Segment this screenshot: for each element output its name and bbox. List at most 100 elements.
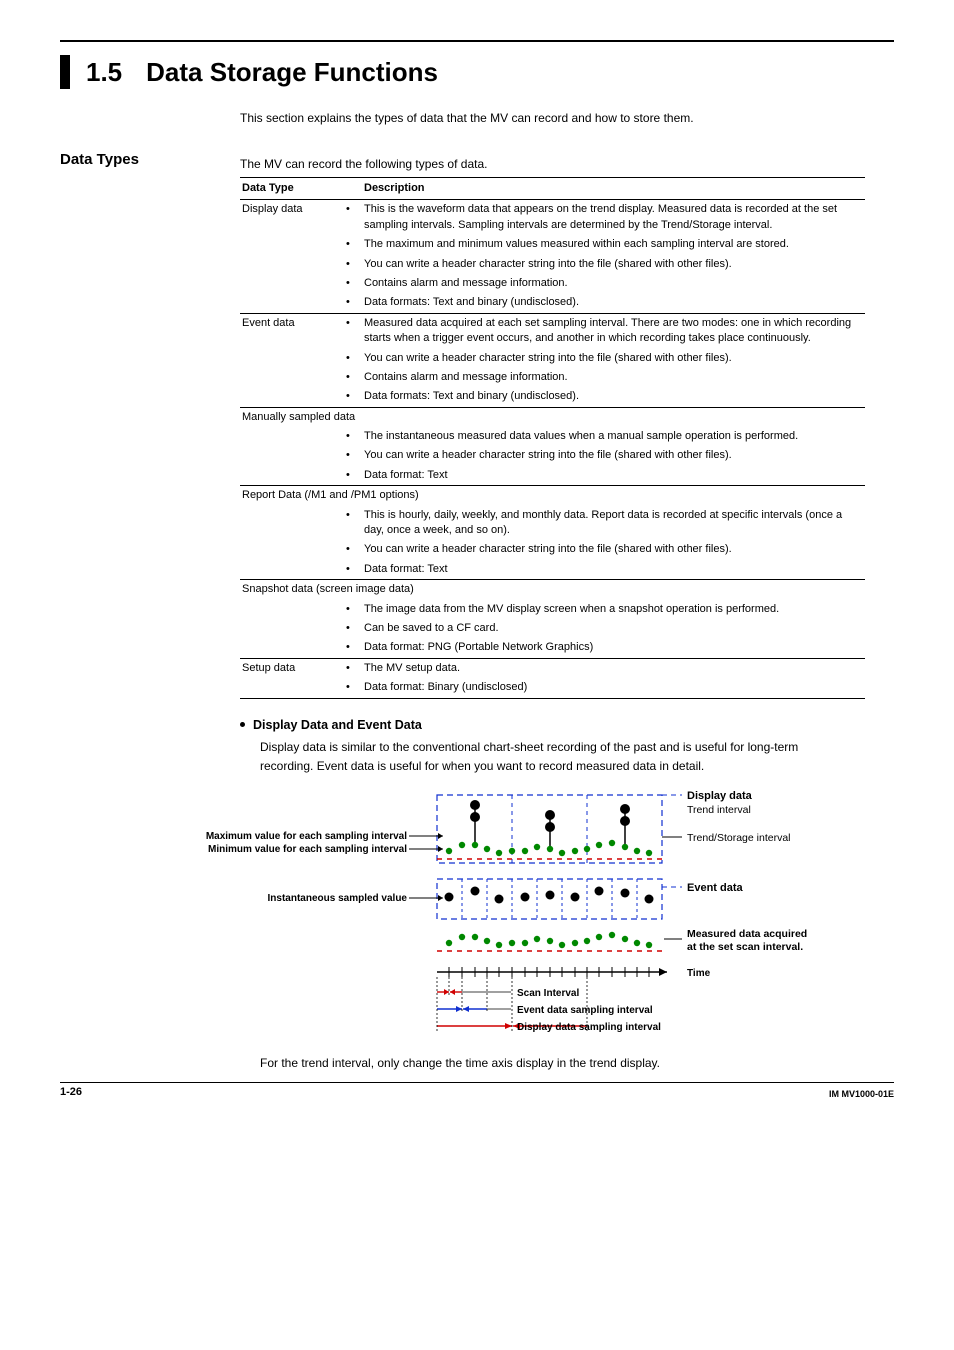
cell-desc: Data format: Text [362, 560, 865, 580]
cell-type [240, 619, 344, 638]
cell-type [240, 638, 344, 658]
table-row: Event data•Measured data acquired at eac… [240, 313, 865, 348]
bullet-icon: • [344, 368, 362, 387]
table-row: •Contains alarm and message information. [240, 368, 865, 387]
cell-type [240, 560, 344, 580]
cell-desc: You can write a header character string … [362, 446, 865, 465]
cell-type [240, 506, 344, 541]
lbl-display-sampling: Display data sampling interval [517, 1022, 661, 1033]
lbl-event-sampling: Event data sampling interval [517, 1005, 653, 1016]
cell-type [240, 600, 344, 619]
top-rule [60, 40, 894, 42]
cell-type: Setup data [240, 658, 344, 678]
cell-desc: The instantaneous measured data values w… [362, 427, 865, 446]
bullet-icon [240, 722, 245, 727]
cell-type [240, 274, 344, 293]
cell-type: Display data [240, 200, 344, 235]
cell-desc: Can be saved to a CF card. [362, 619, 865, 638]
bullet-icon: • [344, 274, 362, 293]
subsection-para: Display data is similar to the conventio… [260, 738, 850, 775]
lbl-scan-interval: Scan Interval [517, 988, 579, 999]
bullet-icon: • [344, 446, 362, 465]
cell-desc: Data format: Text [362, 466, 865, 486]
bullet-icon: • [344, 235, 362, 254]
bullet-icon: • [344, 619, 362, 638]
table-row: Setup data•The MV setup data. [240, 658, 865, 678]
diagram: Display data Trend interval Trend/Storag… [80, 787, 894, 1047]
row-span-label: Report Data (/M1 and /PM1 options) [240, 486, 865, 506]
bullet-icon: • [344, 540, 362, 559]
th-spacer [344, 177, 362, 199]
table-row: •The maximum and minimum values measured… [240, 235, 865, 254]
lbl-min: Minimum value for each sampling interval [208, 844, 407, 855]
footer: 1-26 IM MV1000-01E [60, 1082, 894, 1100]
lbl-time: Time [687, 968, 711, 979]
diagram-caption: For the trend interval, only change the … [260, 1055, 894, 1072]
data-types-table: Data Type Description Display data•This … [240, 177, 865, 699]
lbl-instantaneous: Instantaneous sampled value [268, 893, 408, 904]
bullet-icon: • [344, 678, 362, 698]
lbl-max: Maximum value for each sampling interval [206, 831, 407, 842]
table-row: Display data•This is the waveform data t… [240, 200, 865, 235]
table-row: Manually sampled data [240, 407, 865, 427]
table-row: •You can write a header character string… [240, 255, 865, 274]
cell-type [240, 235, 344, 254]
lbl-trend-storage: Trend/Storage interval [687, 832, 791, 844]
subsection-heading: Display Data and Event Data [240, 717, 894, 735]
title-marker [60, 55, 70, 89]
cell-desc: Contains alarm and message information. [362, 368, 865, 387]
table-row: •Can be saved to a CF card. [240, 619, 865, 638]
table-row: •Data format: Text [240, 560, 865, 580]
bullet-icon: • [344, 506, 362, 541]
cell-type [240, 678, 344, 698]
cell-type [240, 427, 344, 446]
cell-desc: Contains alarm and message information. [362, 274, 865, 293]
data-types-lead: The MV can record the following types of… [240, 156, 894, 173]
subsection-title: Display Data and Event Data [253, 718, 422, 732]
cell-type [240, 368, 344, 387]
bullet-icon: • [344, 466, 362, 486]
cell-desc: Data formats: Text and binary (undisclos… [362, 387, 865, 407]
page-number: 1-26 [60, 1085, 82, 1100]
bullet-icon: • [344, 255, 362, 274]
bullet-icon: • [344, 313, 362, 348]
cell-desc: Data format: PNG (Portable Network Graph… [362, 638, 865, 658]
th-data-type: Data Type [240, 177, 344, 199]
table-row: •Data format: Binary (undisclosed) [240, 678, 865, 698]
cell-desc: You can write a header character string … [362, 255, 865, 274]
cell-type [240, 446, 344, 465]
intro-text: This section explains the types of data … [240, 110, 894, 127]
table-row: •The image data from the MV display scre… [240, 600, 865, 619]
cell-type [240, 466, 344, 486]
doc-code: IM MV1000-01E [829, 1088, 894, 1101]
table-row: Snapshot data (screen image data) [240, 580, 865, 600]
cell-desc: You can write a header character string … [362, 540, 865, 559]
cell-type [240, 349, 344, 368]
table-row: •Contains alarm and message information. [240, 274, 865, 293]
table-row: •Data format: PNG (Portable Network Grap… [240, 638, 865, 658]
table-row: •The instantaneous measured data values … [240, 427, 865, 446]
row-span-label: Snapshot data (screen image data) [240, 580, 865, 600]
bullet-icon: • [344, 638, 362, 658]
bullet-icon: • [344, 349, 362, 368]
cell-desc: Data format: Binary (undisclosed) [362, 678, 865, 698]
title-row: 1.5 Data Storage Functions [60, 54, 894, 90]
lbl-measured2: at the set scan interval. [687, 941, 803, 953]
table-row: •Data format: Text [240, 466, 865, 486]
table-row: •Data formats: Text and binary (undisclo… [240, 387, 865, 407]
section-title: Data Storage Functions [146, 54, 438, 90]
cell-desc: You can write a header character string … [362, 349, 865, 368]
table-row: Report Data (/M1 and /PM1 options) [240, 486, 865, 506]
bullet-icon: • [344, 387, 362, 407]
lbl-measured1: Measured data acquired [687, 928, 807, 940]
bullet-icon: • [344, 658, 362, 678]
cell-type [240, 387, 344, 407]
cell-type: Event data [240, 313, 344, 348]
th-description: Description [362, 177, 865, 199]
cell-desc: The maximum and minimum values measured … [362, 235, 865, 254]
table-row: •This is hourly, daily, weekly, and mont… [240, 506, 865, 541]
section-number: 1.5 [86, 54, 122, 90]
table-row: •Data formats: Text and binary (undisclo… [240, 293, 865, 313]
row-span-label: Manually sampled data [240, 407, 865, 427]
lbl-display-data: Display data [687, 790, 753, 802]
